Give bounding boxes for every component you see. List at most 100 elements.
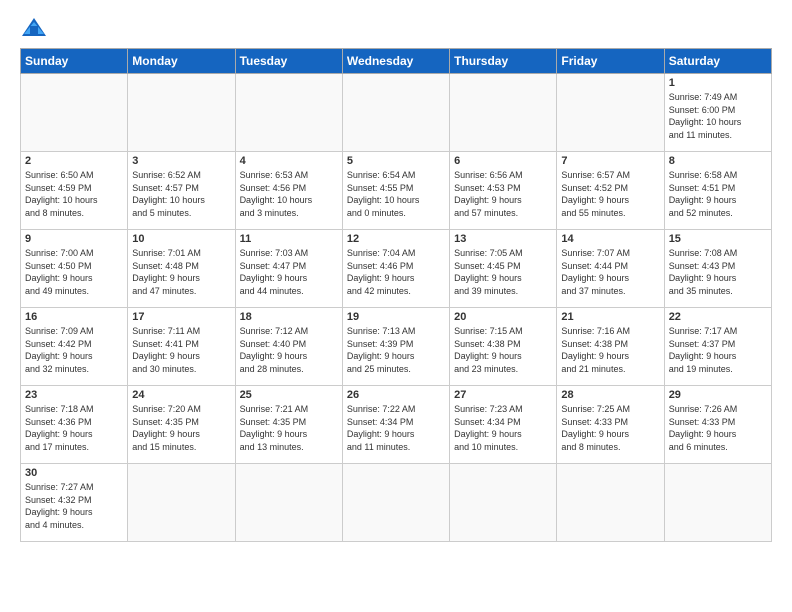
logo-icon [20,16,48,38]
calendar-cell: 2 Sunrise: 6:50 AM Sunset: 4:59 PM Daylig… [21,152,128,230]
day-of-week-header: Sunday [21,49,128,74]
day-number: 14 [561,233,659,245]
day-number: 17 [132,311,230,323]
day-info: Sunrise: 7:03 AM Sunset: 4:47 PM Dayligh… [240,247,338,297]
day-info: Sunrise: 7:11 AM Sunset: 4:41 PM Dayligh… [132,325,230,375]
day-info: Sunrise: 7:15 AM Sunset: 4:38 PM Dayligh… [454,325,552,375]
calendar-week-row: 30 Sunrise: 7:27 AM Sunset: 4:32 PM Dayli… [21,464,772,542]
day-number: 16 [25,311,123,323]
day-number: 22 [669,311,767,323]
day-info: Sunrise: 6:50 AM Sunset: 4:59 PM Dayligh… [25,169,123,219]
day-info: Sunrise: 7:21 AM Sunset: 4:35 PM Dayligh… [240,403,338,453]
calendar-cell [342,464,449,542]
day-number: 11 [240,233,338,245]
day-number: 19 [347,311,445,323]
calendar-cell: 15Sunrise: 7:08 AM Sunset: 4:43 PM Dayli… [664,230,771,308]
calendar-cell: 24 Sunrise: 7:20 AM Sunset: 4:35 PM Dayli… [128,386,235,464]
day-info: Sunrise: 7:09 AM Sunset: 4:42 PM Dayligh… [25,325,123,375]
day-number: 21 [561,311,659,323]
calendar-cell [21,74,128,152]
day-info: Sunrise: 6:56 AM Sunset: 4:53 PM Dayligh… [454,169,552,219]
day-number: 20 [454,311,552,323]
calendar-cell: 11 Sunrise: 7:03 AM Sunset: 4:47 PM Dayli… [235,230,342,308]
calendar-cell: 30 Sunrise: 7:27 AM Sunset: 4:32 PM Dayli… [21,464,128,542]
calendar-cell: 1Sunrise: 7:49 AM Sunset: 6:00 PM Daylig… [664,74,771,152]
calendar-cell: 13 Sunrise: 7:05 AM Sunset: 4:45 PM Dayli… [450,230,557,308]
day-info: Sunrise: 7:27 AM Sunset: 4:32 PM Dayligh… [25,481,123,531]
day-number: 28 [561,389,659,401]
calendar-cell [342,74,449,152]
day-info: Sunrise: 6:54 AM Sunset: 4:55 PM Dayligh… [347,169,445,219]
calendar-cell: 26Sunrise: 7:22 AM Sunset: 4:34 PM Dayli… [342,386,449,464]
page: SundayMondayTuesdayWednesdayThursdayFrid… [0,0,792,612]
day-number: 5 [347,155,445,167]
calendar-cell [557,74,664,152]
day-of-week-header: Friday [557,49,664,74]
day-of-week-header: Wednesday [342,49,449,74]
day-info: Sunrise: 7:04 AM Sunset: 4:46 PM Dayligh… [347,247,445,297]
calendar-cell: 5 Sunrise: 6:54 AM Sunset: 4:55 PM Daylig… [342,152,449,230]
day-number: 25 [240,389,338,401]
calendar-cell: 23Sunrise: 7:18 AM Sunset: 4:36 PM Dayli… [21,386,128,464]
calendar-cell [128,464,235,542]
calendar-cell: 16 Sunrise: 7:09 AM Sunset: 4:42 PM Dayli… [21,308,128,386]
calendar-cell [450,464,557,542]
calendar-week-row: 23Sunrise: 7:18 AM Sunset: 4:36 PM Dayli… [21,386,772,464]
calendar: SundayMondayTuesdayWednesdayThursdayFrid… [20,48,772,542]
day-info: Sunrise: 7:25 AM Sunset: 4:33 PM Dayligh… [561,403,659,453]
calendar-cell: 7 Sunrise: 6:57 AM Sunset: 4:52 PM Daylig… [557,152,664,230]
logo [20,16,52,38]
calendar-week-row: 9Sunrise: 7:00 AM Sunset: 4:50 PM Daylig… [21,230,772,308]
logo-area [20,16,52,38]
day-number: 2 [25,155,123,167]
calendar-cell [235,74,342,152]
calendar-week-row: 16 Sunrise: 7:09 AM Sunset: 4:42 PM Dayli… [21,308,772,386]
day-number: 4 [240,155,338,167]
day-of-week-header: Tuesday [235,49,342,74]
day-info: Sunrise: 7:20 AM Sunset: 4:35 PM Dayligh… [132,403,230,453]
day-number: 30 [25,467,123,479]
day-number: 24 [132,389,230,401]
day-info: Sunrise: 7:05 AM Sunset: 4:45 PM Dayligh… [454,247,552,297]
day-number: 1 [669,77,767,89]
calendar-cell: 3Sunrise: 6:52 AM Sunset: 4:57 PM Daylig… [128,152,235,230]
day-number: 27 [454,389,552,401]
calendar-header-row: SundayMondayTuesdayWednesdayThursdayFrid… [21,49,772,74]
day-info: Sunrise: 7:01 AM Sunset: 4:48 PM Dayligh… [132,247,230,297]
calendar-cell: 12 Sunrise: 7:04 AM Sunset: 4:46 PM Dayli… [342,230,449,308]
calendar-cell: 20 Sunrise: 7:15 AM Sunset: 4:38 PM Dayli… [450,308,557,386]
calendar-cell [235,464,342,542]
calendar-cell: 22 Sunrise: 7:17 AM Sunset: 4:37 PM Dayli… [664,308,771,386]
day-info: Sunrise: 7:16 AM Sunset: 4:38 PM Dayligh… [561,325,659,375]
day-number: 12 [347,233,445,245]
day-number: 10 [132,233,230,245]
calendar-cell: 18Sunrise: 7:12 AM Sunset: 4:40 PM Dayli… [235,308,342,386]
calendar-cell [450,74,557,152]
day-info: Sunrise: 7:18 AM Sunset: 4:36 PM Dayligh… [25,403,123,453]
calendar-cell: 27 Sunrise: 7:23 AM Sunset: 4:34 PM Dayli… [450,386,557,464]
day-info: Sunrise: 7:23 AM Sunset: 4:34 PM Dayligh… [454,403,552,453]
day-number: 26 [347,389,445,401]
calendar-cell: 9Sunrise: 7:00 AM Sunset: 4:50 PM Daylig… [21,230,128,308]
day-number: 13 [454,233,552,245]
calendar-cell [557,464,664,542]
day-number: 7 [561,155,659,167]
day-number: 15 [669,233,767,245]
day-info: Sunrise: 7:00 AM Sunset: 4:50 PM Dayligh… [25,247,123,297]
calendar-week-row: 1Sunrise: 7:49 AM Sunset: 6:00 PM Daylig… [21,74,772,152]
day-info: Sunrise: 7:17 AM Sunset: 4:37 PM Dayligh… [669,325,767,375]
day-number: 29 [669,389,767,401]
calendar-cell: 28 Sunrise: 7:25 AM Sunset: 4:33 PM Dayli… [557,386,664,464]
day-info: Sunrise: 7:07 AM Sunset: 4:44 PM Dayligh… [561,247,659,297]
day-info: Sunrise: 6:57 AM Sunset: 4:52 PM Dayligh… [561,169,659,219]
day-info: Sunrise: 7:13 AM Sunset: 4:39 PM Dayligh… [347,325,445,375]
calendar-cell: 6 Sunrise: 6:56 AM Sunset: 4:53 PM Daylig… [450,152,557,230]
day-number: 6 [454,155,552,167]
calendar-cell: 19 Sunrise: 7:13 AM Sunset: 4:39 PM Dayli… [342,308,449,386]
calendar-cell: 14 Sunrise: 7:07 AM Sunset: 4:44 PM Dayli… [557,230,664,308]
day-info: Sunrise: 6:52 AM Sunset: 4:57 PM Dayligh… [132,169,230,219]
header [20,16,772,38]
day-number: 18 [240,311,338,323]
calendar-cell: 21 Sunrise: 7:16 AM Sunset: 4:38 PM Dayli… [557,308,664,386]
calendar-cell: 17 Sunrise: 7:11 AM Sunset: 4:41 PM Dayli… [128,308,235,386]
